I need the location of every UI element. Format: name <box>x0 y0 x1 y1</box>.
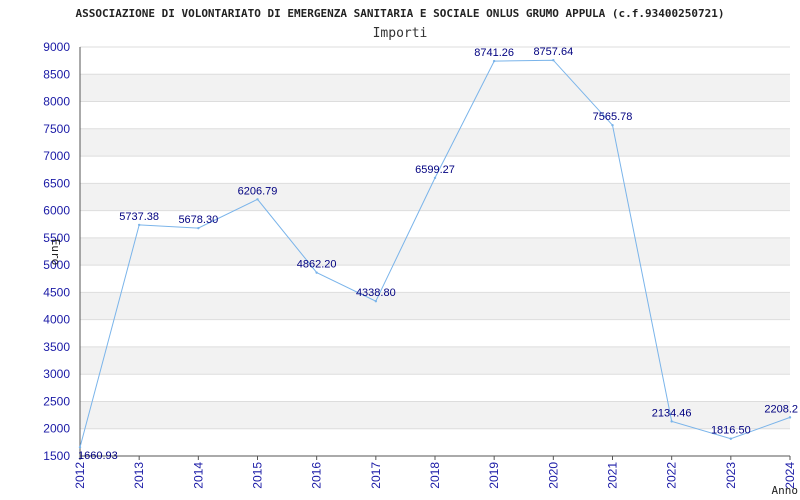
data-point <box>552 59 555 62</box>
y-tick-label: 6500 <box>43 176 70 190</box>
y-tick-label: 3000 <box>43 367 70 381</box>
data-label: 2208.2 <box>764 403 798 415</box>
data-point <box>256 198 259 201</box>
y-tick-label: 1500 <box>43 449 70 463</box>
grid-band <box>80 74 790 102</box>
grid-band <box>80 128 790 157</box>
y-tick-label: 9000 <box>43 40 70 54</box>
data-label: 5737.38 <box>119 211 159 223</box>
chart-subtitle: Importi <box>373 26 428 41</box>
data-label: 4338.80 <box>356 287 396 299</box>
data-point <box>197 226 200 230</box>
data-point <box>374 299 378 303</box>
x-tick-label: 2020 <box>546 462 560 489</box>
y-tick-label: 4500 <box>43 285 70 299</box>
data-label: 6599.27 <box>415 164 455 176</box>
data-point <box>670 420 673 423</box>
x-tick-label: 2022 <box>665 462 679 489</box>
data-point <box>137 223 141 227</box>
data-point <box>315 271 318 274</box>
x-tick-label: 2021 <box>606 462 620 489</box>
x-tick-label: 2015 <box>251 462 265 489</box>
y-tick-label: 7500 <box>43 122 70 136</box>
y-tick-label: 7000 <box>43 149 70 163</box>
data-label: 1816.50 <box>711 425 751 437</box>
y-tick-label: 8500 <box>43 67 70 81</box>
x-tick-label: 2019 <box>487 462 501 489</box>
line-chart: 9000850080007500700065006000550050004500… <box>43 7 799 497</box>
grid-bands <box>80 74 790 429</box>
x-tick-label: 2012 <box>73 462 87 489</box>
x-tick-label: 2014 <box>191 462 205 489</box>
y-tick-label: 2000 <box>43 422 70 436</box>
y-tick-label: 8000 <box>43 95 70 109</box>
y-tick-label: 2500 <box>43 394 70 408</box>
data-point <box>788 416 792 419</box>
y-tick-label: 6000 <box>43 204 70 218</box>
x-axis-ticks: 2012 2013 2014 2015 2016 2017 2018 2019 2020 2021… <box>73 456 797 489</box>
data-label: 8757.64 <box>533 46 573 58</box>
data-label: 7565.78 <box>593 111 633 123</box>
data-label: 2134.46 <box>652 407 692 419</box>
data-label: 5678.30 <box>178 214 218 226</box>
grid-band <box>80 292 790 320</box>
y-axis-label: Euro <box>49 239 62 266</box>
data-label: 8741.26 <box>474 47 514 59</box>
y-tick-label: 3500 <box>43 340 70 354</box>
x-tick-label: 2023 <box>724 462 738 489</box>
data-point <box>611 124 614 127</box>
data-point <box>729 437 733 440</box>
grid-band <box>80 237 790 266</box>
x-axis-label: Anno <box>772 484 799 497</box>
grid-band <box>80 183 790 211</box>
data-label: 6206.79 <box>238 185 278 197</box>
grid-band <box>80 346 790 375</box>
x-tick-label: 2017 <box>369 462 383 489</box>
data-label: 4862.20 <box>297 259 337 271</box>
data-point <box>433 176 437 180</box>
x-tick-label: 2016 <box>310 462 324 489</box>
data-point <box>78 446 82 449</box>
x-tick-label: 2013 <box>132 462 146 489</box>
chart-container: 9000 8500 8000 7500 7000 6500 6000 5500 5000 4500… <box>0 0 800 500</box>
x-tick-label: 2018 <box>428 462 442 489</box>
data-label: 1660.93 <box>78 450 118 462</box>
data-point <box>492 59 496 63</box>
y-tick-label: 4000 <box>43 313 70 327</box>
chart-title: ASSOCIAZIONE DI VOLONTARIATO DI EMERGENZ… <box>75 7 724 20</box>
